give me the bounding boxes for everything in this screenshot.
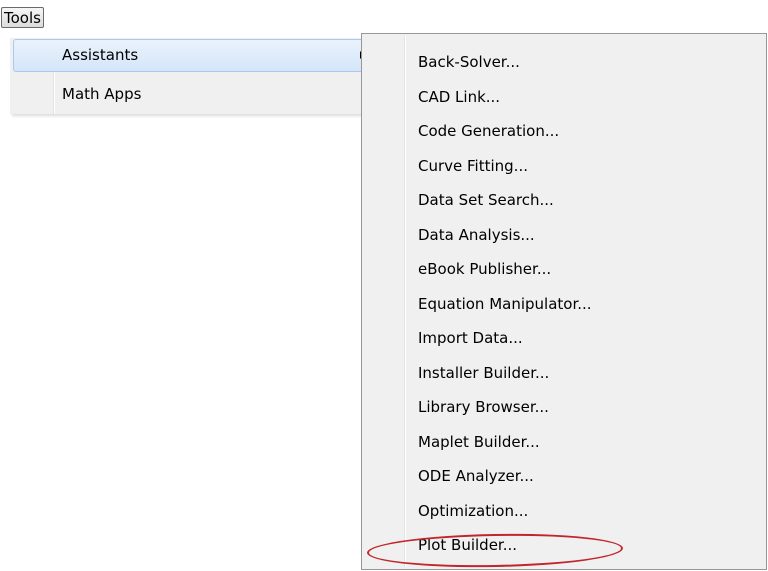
submenu-item-label: Equation Manipulator... <box>418 294 592 313</box>
submenu-item-installer-builder[interactable]: Installer Builder... <box>364 356 764 391</box>
submenu-item-label: Library Browser... <box>418 398 549 416</box>
submenu-item-equation-manipulator[interactable]: Equation Manipulator... <box>364 287 764 322</box>
submenu-item-label: Maplet Builder... <box>418 432 540 451</box>
submenu-item-label: Curve Fitting... <box>418 156 528 175</box>
menu-item-assistants[interactable]: Assistants <box>13 39 367 72</box>
submenu-item-label: Installer Builder... <box>418 363 550 382</box>
submenu-item-label: Code Generation... <box>418 122 560 140</box>
tools-menu[interactable]: Tools <box>1 7 44 28</box>
submenu-item-optimization[interactable]: Optimization... <box>364 494 764 529</box>
submenu-item-label: Optimization... <box>418 501 529 520</box>
submenu-item-label: Data Analysis... <box>418 225 535 244</box>
submenu-item-label: Data Set Search... <box>418 191 554 209</box>
submenu-item-cad-link[interactable]: CAD Link... <box>364 80 764 115</box>
submenu-item-ode-analyzer[interactable]: ODE Analyzer... <box>364 459 764 494</box>
submenu-item-label: Back-Solver... <box>418 53 520 71</box>
submenu-item-curve-fitting[interactable]: Curve Fitting... <box>364 149 764 184</box>
tools-dropdown-menu: Assistants Math Apps <box>10 38 370 114</box>
submenu-item-data-analysis[interactable]: Data Analysis... <box>364 218 764 253</box>
submenu-item-label: CAD Link... <box>418 87 501 106</box>
submenu-item-maplet-builder[interactable]: Maplet Builder... <box>364 425 764 460</box>
screenshot-root: Tools Assistants Math Apps Back-Solver..… <box>0 0 768 571</box>
menu-item-label: Math Apps <box>62 85 142 103</box>
submenu-item-library-browser[interactable]: Library Browser... <box>364 390 764 425</box>
submenu-item-label: Plot Builder... <box>418 536 518 554</box>
tools-menu-label: Tools <box>4 9 41 27</box>
menu-item-math-apps[interactable]: Math Apps <box>13 78 367 111</box>
menu-item-label: Assistants <box>62 46 139 64</box>
submenu-item-plot-builder[interactable]: Plot Builder... <box>364 528 764 563</box>
submenu-item-back-solver[interactable]: Back-Solver... <box>364 45 764 80</box>
submenu-item-code-generation[interactable]: Code Generation... <box>364 114 764 149</box>
submenu-item-label: Import Data... <box>418 329 523 347</box>
assistants-submenu: Back-Solver... CAD Link... Code Generati… <box>361 33 767 570</box>
submenu-item-import-data[interactable]: Import Data... <box>364 321 764 356</box>
submenu-item-ebook-publisher[interactable]: eBook Publisher... <box>364 252 764 287</box>
submenu-item-label: ODE Analyzer... <box>418 467 534 485</box>
submenu-item-data-set-search[interactable]: Data Set Search... <box>364 183 764 218</box>
submenu-item-label: eBook Publisher... <box>418 260 552 278</box>
